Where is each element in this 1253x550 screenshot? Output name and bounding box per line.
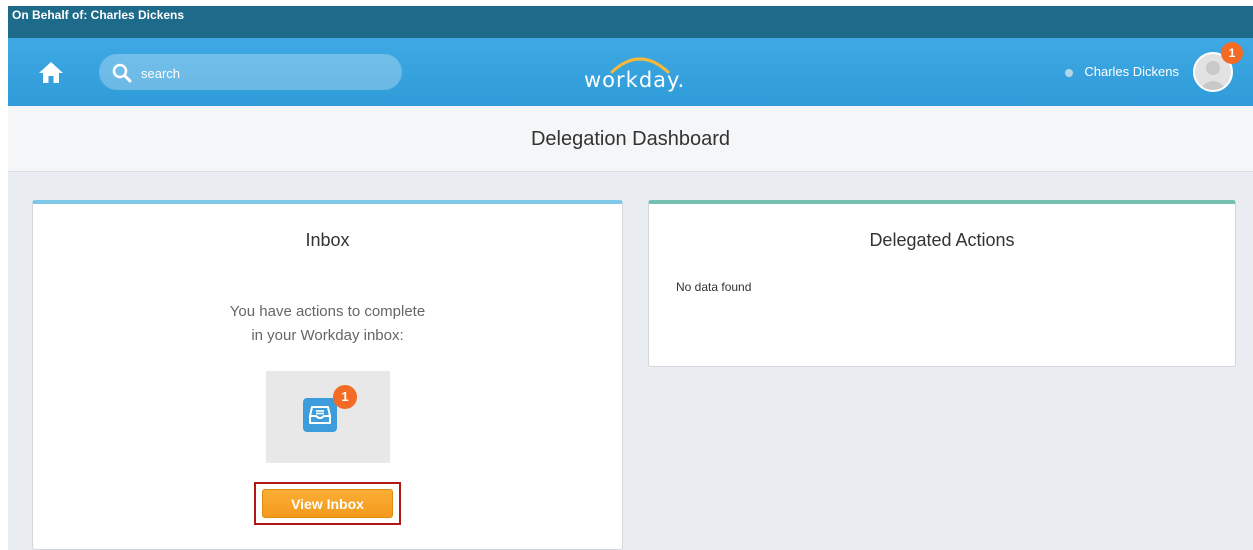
inbox-count-badge: 1 bbox=[333, 385, 357, 409]
top-header: workday. Charles Dickens 1 bbox=[8, 38, 1253, 106]
logo-text: workday. bbox=[584, 68, 686, 92]
user-name[interactable]: Charles Dickens bbox=[1084, 64, 1179, 79]
inbox-message: You have actions to complete in your Wor… bbox=[33, 300, 622, 348]
view-inbox-button[interactable]: View Inbox bbox=[262, 489, 393, 518]
notification-badge[interactable]: 1 bbox=[1221, 42, 1243, 64]
page-title: Delegation Dashboard bbox=[530, 128, 731, 150]
inbox-message-line-2: in your Workday inbox: bbox=[251, 327, 404, 344]
inbox-tile[interactable]: 1 bbox=[266, 371, 390, 463]
home-button[interactable] bbox=[38, 60, 64, 84]
delegated-actions-title: Delegated Actions bbox=[869, 230, 1015, 250]
on-behalf-bar: On Behalf of: Charles Dickens bbox=[8, 6, 1253, 38]
user-menu[interactable]: Charles Dickens 1 bbox=[1039, 42, 1243, 98]
search-input[interactable] bbox=[139, 62, 393, 84]
search-icon bbox=[112, 63, 132, 83]
inbox-card: Inbox You have actions to complete in yo… bbox=[32, 200, 623, 550]
search-box[interactable] bbox=[99, 54, 402, 90]
delegated-actions-card: Delegated Actions No data found bbox=[648, 200, 1236, 367]
inbox-card-title: Inbox bbox=[305, 230, 350, 250]
app-frame: On Behalf of: Charles Dickens workday. C… bbox=[8, 6, 1253, 550]
on-behalf-text: On Behalf of: Charles Dickens bbox=[12, 8, 185, 22]
empty-state-text: No data found bbox=[676, 280, 752, 294]
inbox-tray-icon bbox=[303, 398, 337, 432]
inbox-message-line-1: You have actions to complete bbox=[229, 303, 426, 320]
presence-dot bbox=[1065, 69, 1073, 77]
home-icon bbox=[39, 62, 63, 83]
workday-logo[interactable]: workday. bbox=[578, 52, 688, 98]
title-bar: Delegation Dashboard bbox=[8, 106, 1253, 172]
view-inbox-highlight: View Inbox bbox=[254, 482, 401, 525]
